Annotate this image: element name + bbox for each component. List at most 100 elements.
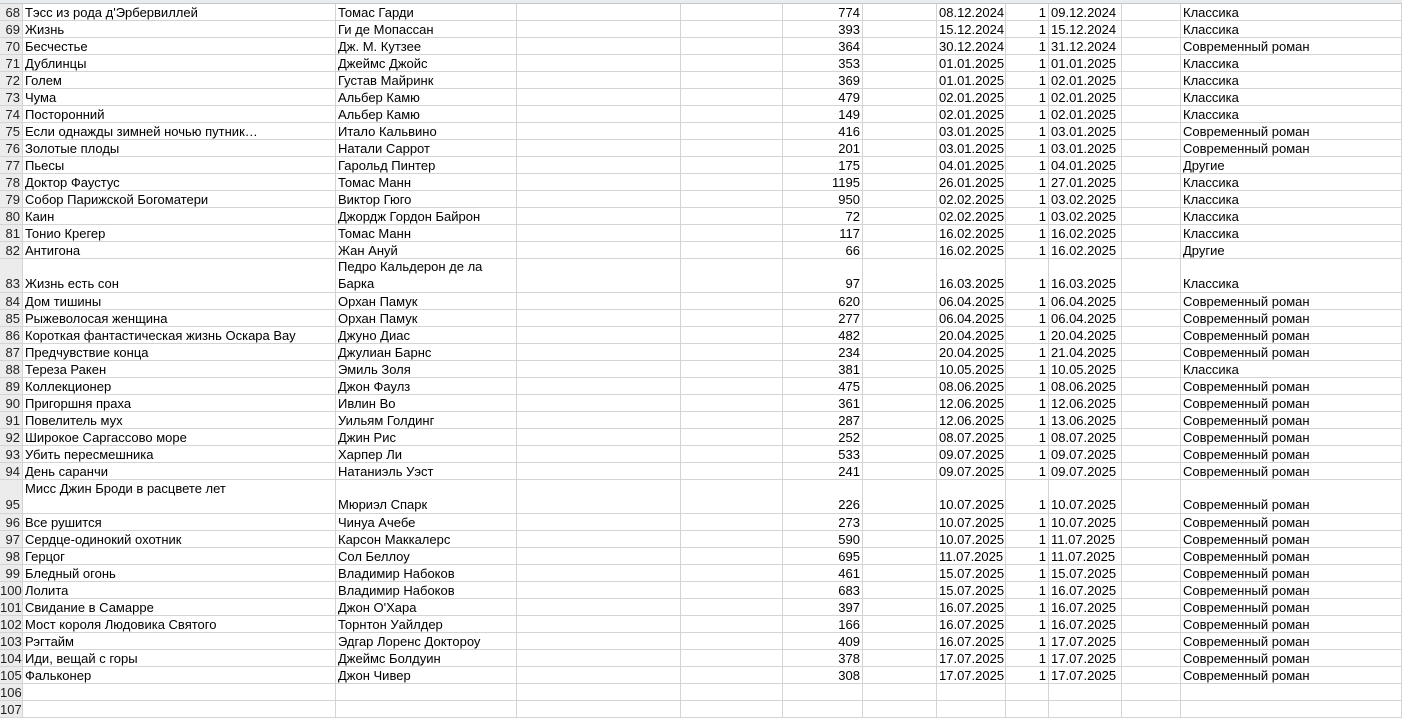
cell-empty[interactable]: [863, 106, 937, 122]
cell-start-date[interactable]: 08.12.2024: [937, 4, 1006, 20]
cell-count[interactable]: 1: [1006, 463, 1049, 479]
cell-empty[interactable]: [1122, 429, 1181, 445]
cell-empty[interactable]: [1122, 480, 1181, 513]
cell-count[interactable]: 1: [1006, 565, 1049, 581]
cell-empty[interactable]: [1122, 293, 1181, 309]
cell-author[interactable]: Томас Гарди: [336, 4, 517, 20]
cell-empty[interactable]: [863, 514, 937, 530]
cell-start-date[interactable]: 15.12.2024: [937, 21, 1006, 37]
cell-pages[interactable]: 1195: [783, 174, 863, 190]
cell-empty[interactable]: [863, 633, 937, 649]
cell-count[interactable]: 1: [1006, 650, 1049, 666]
cell-genre[interactable]: Современный роман: [1181, 565, 1402, 581]
cell-pages[interactable]: 72: [783, 208, 863, 224]
cell-author[interactable]: Карсон Маккалерс: [336, 531, 517, 547]
cell-end-date[interactable]: 04.01.2025: [1049, 157, 1122, 173]
cell-end-date[interactable]: [1049, 684, 1122, 700]
cell-title[interactable]: Каин: [23, 208, 336, 224]
row-header[interactable]: 92: [0, 429, 23, 445]
cell-empty[interactable]: [1122, 4, 1181, 20]
cell-count[interactable]: 1: [1006, 633, 1049, 649]
cell-pages[interactable]: 287: [783, 412, 863, 428]
row-header[interactable]: 70: [0, 38, 23, 54]
row-header[interactable]: 99: [0, 565, 23, 581]
cell-empty[interactable]: [863, 548, 937, 564]
cell-title[interactable]: Рэгтайм: [23, 633, 336, 649]
cell-empty[interactable]: [681, 378, 783, 394]
cell-pages[interactable]: 364: [783, 38, 863, 54]
cell-empty[interactable]: [517, 72, 681, 88]
cell-count[interactable]: 1: [1006, 38, 1049, 54]
cell-pages[interactable]: 234: [783, 344, 863, 360]
cell-count[interactable]: 1: [1006, 378, 1049, 394]
cell-empty[interactable]: [681, 701, 783, 717]
cell-genre[interactable]: Современный роман: [1181, 446, 1402, 462]
cell-empty[interactable]: [1122, 191, 1181, 207]
cell-end-date[interactable]: 09.07.2025: [1049, 446, 1122, 462]
cell-empty[interactable]: [517, 191, 681, 207]
cell-start-date[interactable]: 16.07.2025: [937, 599, 1006, 615]
cell-end-date[interactable]: 03.02.2025: [1049, 191, 1122, 207]
cell-author[interactable]: Эмиль Золя: [336, 361, 517, 377]
cell-genre[interactable]: Классика: [1181, 191, 1402, 207]
cell-title[interactable]: Посторонний: [23, 106, 336, 122]
cell-empty[interactable]: [863, 429, 937, 445]
cell-empty[interactable]: [517, 633, 681, 649]
cell-empty[interactable]: [863, 123, 937, 139]
cell-start-date[interactable]: 17.07.2025: [937, 650, 1006, 666]
cell-empty[interactable]: [1122, 140, 1181, 156]
cell-empty[interactable]: [517, 208, 681, 224]
cell-empty[interactable]: [863, 599, 937, 615]
cell-start-date[interactable]: 12.06.2025: [937, 395, 1006, 411]
cell-empty[interactable]: [681, 4, 783, 20]
row-header[interactable]: 86: [0, 327, 23, 343]
cell-empty[interactable]: [1122, 667, 1181, 683]
cell-pages[interactable]: 117: [783, 225, 863, 241]
cell-start-date[interactable]: 03.01.2025: [937, 123, 1006, 139]
cell-title[interactable]: Фальконер: [23, 667, 336, 683]
cell-empty[interactable]: [517, 157, 681, 173]
cell-start-date[interactable]: 12.06.2025: [937, 412, 1006, 428]
cell-genre[interactable]: Классика: [1181, 55, 1402, 71]
cell-genre[interactable]: Современный роман: [1181, 514, 1402, 530]
cell-empty[interactable]: [517, 429, 681, 445]
cell-pages[interactable]: 369: [783, 72, 863, 88]
cell-empty[interactable]: [681, 310, 783, 326]
cell-genre[interactable]: Классика: [1181, 89, 1402, 105]
cell-title[interactable]: Собор Парижской Богоматери: [23, 191, 336, 207]
cell-author[interactable]: Томас Манн: [336, 174, 517, 190]
row-header[interactable]: 94: [0, 463, 23, 479]
cell-empty[interactable]: [681, 140, 783, 156]
cell-count[interactable]: 1: [1006, 429, 1049, 445]
row-header[interactable]: 106: [0, 684, 23, 700]
cell-title[interactable]: Жизнь есть сон: [23, 259, 336, 292]
cell-empty[interactable]: [681, 565, 783, 581]
cell-empty[interactable]: [1122, 548, 1181, 564]
cell-start-date[interactable]: 01.01.2025: [937, 72, 1006, 88]
cell-title[interactable]: Рыжеволосая женщина: [23, 310, 336, 326]
cell-pages[interactable]: 479: [783, 89, 863, 105]
cell-title[interactable]: Пригоршня праха: [23, 395, 336, 411]
cell-count[interactable]: 1: [1006, 208, 1049, 224]
cell-author[interactable]: Джон Фаулз: [336, 378, 517, 394]
cell-empty[interactable]: [517, 514, 681, 530]
cell-start-date[interactable]: 02.02.2025: [937, 208, 1006, 224]
cell-genre[interactable]: Современный роман: [1181, 123, 1402, 139]
cell-empty[interactable]: [863, 650, 937, 666]
cell-pages[interactable]: 149: [783, 106, 863, 122]
cell-count[interactable]: 1: [1006, 191, 1049, 207]
cell-end-date[interactable]: 10.07.2025: [1049, 514, 1122, 530]
cell-empty[interactable]: [517, 225, 681, 241]
cell-start-date[interactable]: 15.07.2025: [937, 582, 1006, 598]
cell-empty[interactable]: [863, 344, 937, 360]
cell-author[interactable]: Натаниэль Уэст: [336, 463, 517, 479]
row-header[interactable]: 93: [0, 446, 23, 462]
cell-empty[interactable]: [681, 174, 783, 190]
cell-pages[interactable]: 201: [783, 140, 863, 156]
cell-empty[interactable]: [681, 38, 783, 54]
cell-start-date[interactable]: 17.07.2025: [937, 667, 1006, 683]
row-header[interactable]: 84: [0, 293, 23, 309]
cell-pages[interactable]: 378: [783, 650, 863, 666]
cell-title[interactable]: Широкое Саргассово море: [23, 429, 336, 445]
cell-genre[interactable]: Классика: [1181, 259, 1402, 292]
